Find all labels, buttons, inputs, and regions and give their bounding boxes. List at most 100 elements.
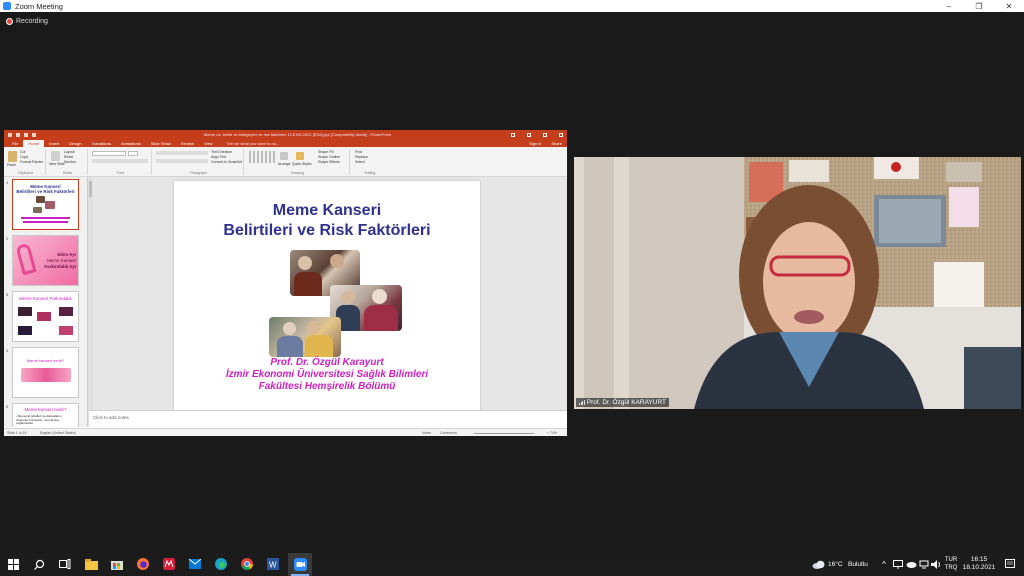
layout-button[interactable]: Layout (64, 150, 75, 154)
paste-button[interactable]: Paste (7, 163, 16, 167)
thumb-5-text: • Memenin lobülleri ve duktuslarını oluş… (16, 414, 62, 426)
notes-pane[interactable]: Click to add notes (89, 410, 567, 427)
shape-effects-button[interactable]: Shape Effects (318, 160, 340, 164)
align-text-button[interactable]: Align Text (211, 155, 226, 159)
text-direction-button[interactable]: Text Direction (211, 150, 232, 154)
reset-button[interactable]: Reset (64, 155, 73, 159)
shared-screen-powerpoint[interactable]: Meme ca. belirti ve belirgeçler ve risk … (4, 130, 567, 436)
cut-button[interactable]: Cut (20, 150, 25, 154)
thumb-photo (37, 312, 51, 321)
ppt-ribbon-options-icon[interactable] (511, 132, 515, 137)
weather-text[interactable]: Bulutlu (848, 561, 868, 568)
font-format-buttons[interactable] (92, 159, 148, 163)
thumbnail-slide-2[interactable]: Ekim Ayı Meme Kanseri Farkındalık Ayı (12, 235, 79, 286)
arrange-icon[interactable] (280, 152, 288, 160)
tab-view[interactable]: View (199, 140, 218, 147)
recording-label: Recording (16, 18, 48, 25)
tab-insert[interactable]: Insert (44, 140, 64, 147)
paste-icon[interactable] (8, 151, 17, 162)
quick-styles-button[interactable]: Quick Styles (292, 162, 311, 166)
notes-toggle[interactable]: Notes (422, 431, 431, 435)
tab-review[interactable]: Review (176, 140, 199, 147)
select-button[interactable]: Select (355, 160, 365, 164)
participant-video[interactable]: Prof. Dr. Özgül KARAYURT (574, 157, 1021, 409)
redo-icon[interactable] (24, 132, 28, 137)
word-icon[interactable]: W (266, 557, 280, 571)
close-button[interactable]: ✕ (994, 0, 1024, 12)
thumbnail-slide-3[interactable]: Meme Kanseri Farkındalık (12, 291, 79, 342)
format-painter-button[interactable]: Format Painter (20, 160, 43, 164)
chevron-up-icon[interactable]: ^ (877, 557, 891, 571)
alignment-buttons[interactable] (156, 159, 208, 163)
minimize-button[interactable]: – (934, 0, 964, 12)
font-name-select[interactable] (92, 151, 126, 156)
zoom-app-icon (3, 2, 11, 10)
cloud-sync-icon[interactable] (904, 557, 918, 571)
convert-smartart-button[interactable]: Convert to SmartArt (211, 160, 242, 164)
chrome-icon[interactable] (240, 557, 254, 571)
present-icon[interactable] (32, 132, 36, 137)
new-slide-icon[interactable] (51, 151, 60, 161)
home-ribbon: Paste Cut Copy Format Painter Clipboard … (4, 147, 567, 177)
thumbnail-slide-5[interactable]: Meme kanseri nedir? • Memenin lobülleri … (12, 403, 79, 427)
shapes-gallery[interactable] (249, 151, 277, 163)
restore-button[interactable]: ❐ (964, 0, 994, 12)
tab-animations[interactable]: Animations (116, 140, 146, 147)
tab-transitions[interactable]: Transitions (87, 140, 116, 147)
section-button[interactable]: Section (64, 160, 76, 164)
thumbnail-slide-1[interactable]: Meme Kanseri Belirtileri ve Risk Faktörl… (12, 179, 79, 230)
slide-title[interactable]: Meme Kanseri Belirtileri ve Risk Faktörl… (174, 201, 480, 241)
store-icon[interactable] (110, 557, 124, 571)
task-view-icon[interactable] (58, 557, 72, 571)
shape-outline-button[interactable]: Shape Outline (318, 155, 340, 159)
photo-women-3[interactable] (269, 317, 341, 357)
thumbnail-slide-4[interactable]: Meme kanseri nedir? (12, 347, 79, 398)
tell-me-search[interactable]: Tell me what you want to do... (222, 140, 285, 147)
save-icon[interactable] (8, 132, 12, 137)
tab-home[interactable]: Home (23, 140, 45, 147)
zoom-slider[interactable] (474, 433, 534, 434)
recording-indicator[interactable]: Recording (6, 18, 48, 25)
quick-styles-icon[interactable] (296, 152, 304, 160)
share-button[interactable]: Share (546, 140, 567, 147)
edge-icon[interactable] (214, 557, 228, 571)
copy-button[interactable]: Copy (20, 155, 28, 159)
windows-start-icon[interactable] (6, 557, 20, 571)
weather-cloud-icon[interactable] (811, 557, 825, 571)
weather-temp[interactable]: 16°C (828, 561, 843, 568)
slide-author[interactable]: Prof. Dr. Özgül Karayurt İzmir Ekonomi Ü… (174, 357, 480, 393)
find-button[interactable]: Find (355, 150, 362, 154)
comments-toggle[interactable]: Comments (440, 431, 457, 435)
font-size-select[interactable] (128, 151, 138, 156)
search-icon[interactable] (32, 557, 46, 571)
volume-icon[interactable] (929, 557, 943, 571)
undo-icon[interactable] (16, 132, 20, 137)
thumb-photo (59, 326, 73, 335)
ppt-maximize-icon[interactable] (543, 132, 547, 137)
app-icon-red[interactable] (162, 557, 176, 571)
ppt-minimize-icon[interactable] (527, 132, 531, 137)
language-indicator[interactable]: English (United States) (40, 431, 76, 435)
input-language[interactable]: TUR TRQ (944, 556, 958, 572)
current-slide[interactable]: Meme Kanseri Belirtileri ve Risk Faktörl… (174, 181, 480, 410)
ppt-close-icon[interactable] (559, 132, 563, 137)
firefox-icon[interactable] (136, 557, 150, 571)
arrange-button[interactable]: Arrange (278, 162, 290, 166)
scrollbar-thumb[interactable] (89, 181, 92, 197)
tab-file[interactable]: File (7, 140, 23, 147)
mail-icon[interactable] (188, 557, 202, 571)
sign-in-link[interactable]: Sign in (524, 140, 546, 147)
clock[interactable]: 16:15 18.10.2021 (962, 556, 996, 572)
shape-fill-button[interactable]: Shape Fill (318, 150, 334, 154)
zoom-level[interactable]: + 74% (547, 431, 557, 435)
list-buttons[interactable] (156, 151, 208, 155)
tab-design[interactable]: Design (64, 140, 86, 147)
file-explorer-icon[interactable] (84, 557, 98, 571)
zoom-taskbar-button[interactable] (288, 553, 312, 576)
notifications-icon[interactable] (1003, 557, 1017, 571)
thumbnail-scrollbar[interactable] (88, 177, 93, 427)
tab-slide-show[interactable]: Slide Show (146, 140, 176, 147)
replace-button[interactable]: Replace (355, 155, 368, 159)
new-slide-button[interactable]: New Slide (49, 162, 65, 166)
tray-monitor-icon[interactable] (891, 557, 905, 571)
